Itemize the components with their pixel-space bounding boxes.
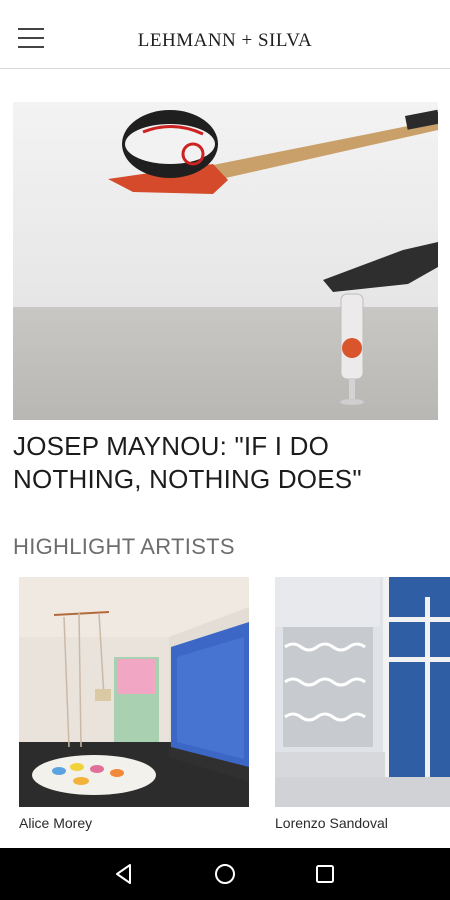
- artist-name[interactable]: Lorenzo Sandoval: [275, 815, 450, 831]
- brand-logo[interactable]: LEHMANN + SILVA: [0, 30, 450, 52]
- artist-card[interactable]: Lorenzo Sandoval: [275, 577, 450, 831]
- home-circle-icon[interactable]: [213, 862, 237, 886]
- hero-exhibition-image[interactable]: [13, 102, 438, 420]
- recent-apps-square-icon[interactable]: [313, 862, 337, 886]
- exhibition-title[interactable]: JOSEP MAYNOU: "IF I DO NOTHING, NOTHING …: [13, 430, 433, 496]
- system-navigation-bar: [0, 848, 450, 900]
- highlight-artists-heading: HIGHLIGHT ARTISTS: [13, 534, 235, 559]
- artist-thumbnail[interactable]: [275, 577, 450, 807]
- artist-card[interactable]: Alice Morey: [19, 577, 249, 831]
- artist-name[interactable]: Alice Morey: [19, 815, 249, 831]
- app-header: LEHMANN + SILVA: [0, 0, 450, 69]
- back-triangle-icon[interactable]: [112, 862, 136, 886]
- artist-thumbnail[interactable]: [19, 577, 249, 807]
